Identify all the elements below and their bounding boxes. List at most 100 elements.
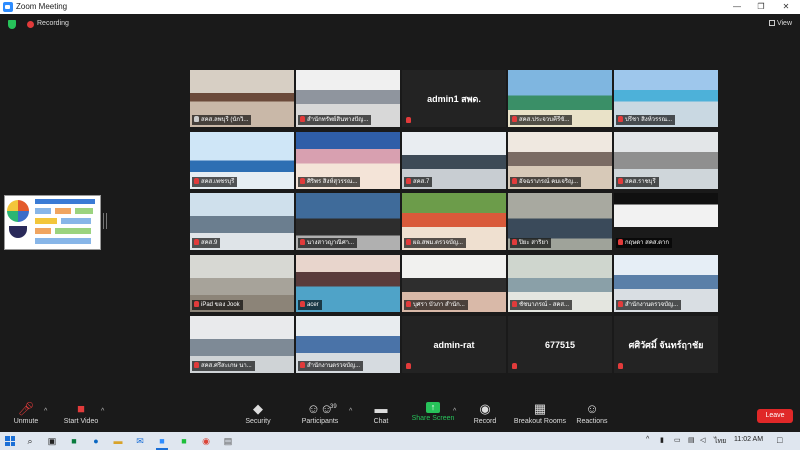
participant-name: สคส.ราชบุรี [625,179,656,185]
participant-tile[interactable]: สคส.ศรีสะเกษ นา... [190,316,294,373]
muted-mic-icon [618,116,623,123]
participant-name-label: acer [298,300,322,310]
participant-tile[interactable]: สคส.7 [402,132,506,189]
participants-count: 39 [330,404,337,410]
security-button[interactable]: ◆ Security [240,401,276,426]
participant-tile[interactable]: นางสาวญาณิศา... [296,193,400,250]
participant-tile[interactable]: ปิยะ สาริยา [508,193,612,250]
participant-tile[interactable]: สคส.9 [190,193,294,250]
shield-icon: ◆ [253,401,263,416]
language-indicator[interactable]: ไทย [714,436,726,447]
zoom-logo-icon [3,2,13,12]
muted-mic-icon [618,363,623,369]
participants-chevron-icon[interactable]: ^ [349,408,352,415]
notifications-icon[interactable]: □ [777,435,782,445]
slide-box [35,218,57,224]
participant-name: สคส.ลพบุรี (นักวิ... [201,117,249,123]
microphone-tray-icon[interactable]: ▮ [660,436,664,444]
close-button[interactable]: ✕ [774,0,798,14]
participant-tile[interactable]: บุศรา บัวภา สำนัก... [402,255,506,312]
participant-tile[interactable]: ศิริพร สิงห์สุวรรณ... [296,132,400,189]
slide-box [61,218,91,224]
reactions-label: Reactions [576,418,608,425]
participant-tile[interactable]: สคส.ราชบุรี [614,132,718,189]
participant-name: ศิริพร สิงห์สุวรรณ... [307,179,358,185]
windows-start-icon[interactable] [5,436,15,446]
grid-view-icon [768,20,775,27]
participant-tile[interactable]: acer [296,255,400,312]
minimize-button[interactable]: — [725,0,749,14]
task-view-icon[interactable]: ▣ [46,435,58,447]
mail-icon[interactable]: ✉ [134,435,146,447]
search-icon[interactable]: ⌕ [24,435,36,447]
participant-tile[interactable]: สำนักทรัพย์สินทางปัญ... [296,70,400,127]
encryption-shield-icon[interactable] [8,20,16,29]
participant-tile[interactable]: สคส.ประจวบคีรีขั... [508,70,612,127]
network-icon[interactable]: ▤ [688,436,695,444]
participant-tile[interactable]: 677515 [508,316,612,373]
participant-tile[interactable]: อัจฉราภรณ์ คมเจริญ... [508,132,612,189]
participant-tile[interactable]: ชัชนาภรณ์ - สคส... [508,255,612,312]
muted-mic-icon [194,301,199,308]
volume-icon[interactable]: ◁ [700,436,705,444]
file-explorer-icon[interactable]: ▬ [112,435,124,447]
participant-name: ปรีชา สิงห์วรรณ... [625,117,673,123]
view-button[interactable]: View [768,20,792,27]
muted-mic-icon [512,178,517,185]
participant-tile[interactable]: iPad ของ Jook [190,255,294,312]
shared-content-thumbnail[interactable] [4,195,101,250]
participant-name-label: สคส.ลพบุรี (นักวิ... [192,115,252,125]
participant-name-label: ปิยะ สาริยา [510,238,552,248]
participant-tile[interactable]: ผอ.สพม.ตรวจบัญ... [402,193,506,250]
participant-name-label: ผอ.สพม.ตรวจบัญ... [404,238,466,248]
record-icon: ◉ [479,401,491,416]
reactions-button[interactable]: ☺ Reactions [574,401,610,426]
unmute-button[interactable]: 🎤︎ Unmute [8,402,44,426]
participant-tile[interactable]: กฤษดา สคส.ตาก [614,193,718,250]
zoom-taskbar-icon[interactable]: ■ [156,435,168,447]
participant-tile[interactable]: admin-rat [402,316,506,373]
participant-name-label: สคส.9 [192,238,221,248]
video-off-icon: ■ [77,401,85,416]
participant-tile[interactable]: สำนักงานตรวจบัญ... [296,316,400,373]
muted-mic-icon [406,117,411,123]
share-options-chevron-icon[interactable]: ^ [453,408,456,415]
participant-tile[interactable]: สำนักงานตรวจบัญ... [614,255,718,312]
chat-button[interactable]: ▬ Chat [366,402,396,426]
restore-button[interactable]: ❐ [749,0,773,14]
participant-name: สคส.เพชรบุรี [201,179,235,185]
breakout-rooms-button[interactable]: ▦ Breakout Rooms [512,402,568,426]
battery-icon[interactable]: ▭ [674,436,681,444]
line-app-icon[interactable]: ■ [178,435,190,447]
participant-tile[interactable]: สคส.เพชรบุรี [190,132,294,189]
participant-name: สคส.9 [201,240,218,246]
muted-mic-icon [618,178,623,185]
edge-icon[interactable]: ● [90,435,102,447]
reactions-icon: ☺ [585,401,599,416]
diagram-wheel [7,200,29,222]
record-button[interactable]: ◉ Record [470,401,500,426]
participant-tile[interactable]: สคส.ลพบุรี (นักวิ... [190,70,294,127]
slide-box [55,228,91,234]
participant-tile[interactable]: admin1 สพด. [402,70,506,127]
start-video-button[interactable]: ■ Start Video [60,401,102,426]
participant-name: กฤษดา สคส.ตาก [625,240,670,246]
excel-icon[interactable]: ■ [68,435,80,447]
chat-label: Chat [373,418,389,425]
app-icon[interactable]: ▤ [222,435,234,447]
participant-name-label: กฤษดา สคส.ตาก [616,238,673,248]
participant-tile[interactable]: ศศิวัศมิ์ จันทร์ฤาชัย [614,316,718,373]
muted-mic-icon [194,178,199,185]
audio-options-chevron-icon[interactable]: ^ [44,408,47,415]
leave-button[interactable]: Leave [757,409,793,423]
participant-name: ผอ.สพม.ตรวจบัญ... [413,240,463,246]
unmute-label: Unmute [13,418,39,425]
chrome-icon[interactable]: ◉ [200,435,212,447]
share-screen-button[interactable]: ↑ Share Screen [410,402,456,422]
tray-overflow-chevron-icon[interactable]: ^ [646,436,649,443]
slide-box [35,238,91,244]
participant-tile[interactable]: ปรีชา สิงห์วรรณ... [614,70,718,127]
clock[interactable]: 11:02 AM [734,436,763,443]
video-options-chevron-icon[interactable]: ^ [101,408,104,415]
thumbnail-resize-handle[interactable] [103,213,107,229]
